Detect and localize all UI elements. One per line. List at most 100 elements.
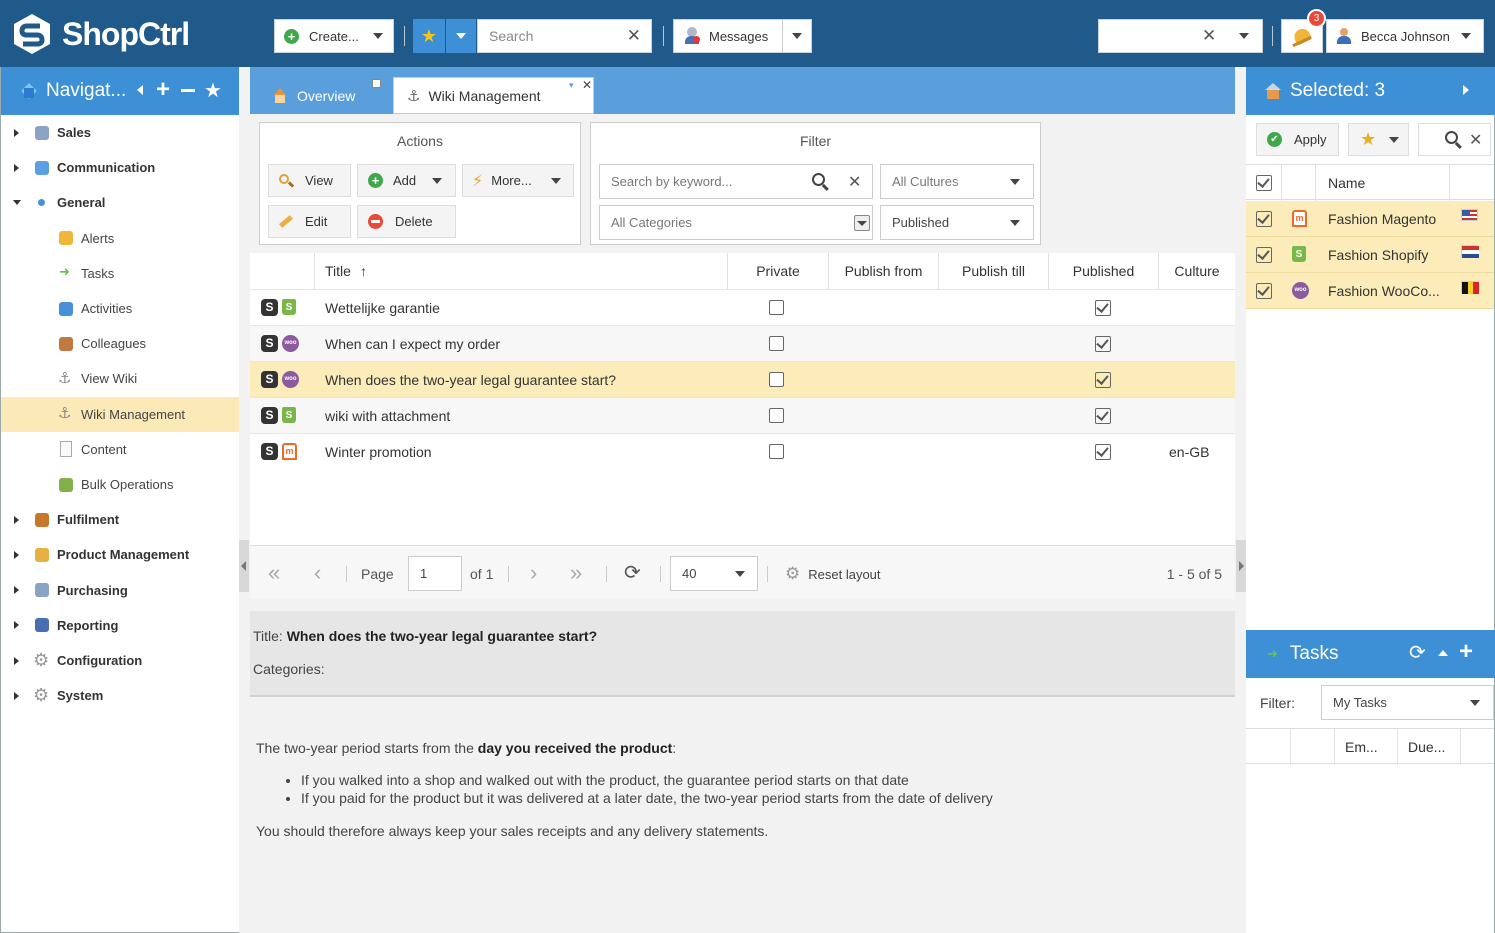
name-column-header[interactable]: Name	[1328, 175, 1365, 191]
close-tab-icon[interactable]: ✕	[582, 78, 592, 92]
collapsed-arrow-icon[interactable]	[14, 128, 19, 137]
nav-item-wiki-management[interactable]: ⚓ Wiki Management	[1, 396, 239, 432]
create-button[interactable]: + Create...	[274, 19, 394, 53]
column-header-private[interactable]: Private	[728, 253, 829, 289]
tab-menu-icon[interactable]: ▾	[569, 80, 574, 91]
edit-button[interactable]: Edit	[268, 205, 351, 238]
expanded-arrow-icon[interactable]	[13, 200, 21, 206]
favorites-dropdown[interactable]	[446, 19, 476, 53]
column-header-publish-till[interactable]: Publish till	[939, 253, 1049, 289]
collapsed-arrow-icon[interactable]	[14, 163, 19, 172]
favorite-stores-button[interactable]: ★	[1348, 123, 1409, 156]
nav-item-fulfilment[interactable]: Fulfilment	[1, 502, 239, 537]
minus-icon[interactable]	[181, 89, 195, 92]
collapse-up-icon[interactable]	[1438, 650, 1448, 656]
tab-overview[interactable]: Overview	[272, 77, 390, 114]
collapsed-arrow-icon[interactable]	[14, 586, 19, 595]
favorites-button[interactable]: ★	[413, 19, 445, 53]
prev-page-icon[interactable]: ‹	[314, 560, 321, 586]
left-panel-toggle[interactable]	[239, 540, 249, 592]
messages-button[interactable]: Messages	[673, 19, 812, 53]
column-header-title[interactable]: Title ↑	[315, 253, 728, 289]
column-header-culture[interactable]: Culture	[1159, 253, 1235, 289]
nav-item-colleagues[interactable]: Colleagues	[1, 326, 239, 361]
expand-right-icon[interactable]	[1463, 85, 1469, 95]
nav-item-alerts[interactable]: Alerts	[1, 221, 239, 256]
more-button[interactable]: ⚡ More...	[462, 164, 574, 197]
add-task-icon[interactable]: +	[1459, 638, 1473, 666]
column-header-publish-from[interactable]: Publish from	[829, 253, 939, 289]
nav-item-tasks[interactable]: ➜ Tasks	[1, 256, 239, 291]
nav-item-view-wiki[interactable]: ⚓ View Wiki	[1, 361, 239, 396]
nav-item-configuration[interactable]: ⚙ Configuration	[1, 643, 239, 678]
nav-item-system[interactable]: ⚙ System	[1, 678, 239, 713]
cultures-dropdown[interactable]: All Cultures	[880, 164, 1034, 199]
collapsed-arrow-icon[interactable]	[14, 515, 19, 524]
add-icon[interactable]: +	[156, 76, 170, 104]
column-header-due[interactable]: Due...	[1408, 739, 1445, 755]
delete-button[interactable]: Delete	[357, 205, 456, 238]
collapsed-arrow-icon[interactable]	[14, 656, 19, 665]
table-row[interactable]: Swoo When can I expect my order	[250, 325, 1235, 361]
nav-item-purchasing[interactable]: Purchasing	[1, 573, 239, 608]
apply-button[interactable]: ✔ Apply	[1256, 123, 1339, 156]
clear-store-icon[interactable]: ✕	[1202, 26, 1216, 46]
column-header-em[interactable]: Em...	[1345, 739, 1378, 755]
private-checkbox[interactable]	[769, 408, 784, 423]
nav-item-reporting[interactable]: Reporting	[1, 608, 239, 643]
select-all-checkbox[interactable]	[1256, 175, 1272, 191]
private-checkbox[interactable]	[769, 372, 784, 387]
search-icon[interactable]	[1445, 131, 1463, 149]
keyword-search-input[interactable]: Search by keyword... ✕	[599, 164, 873, 199]
collapse-left-icon[interactable]	[137, 85, 143, 95]
table-row[interactable]: Sm Winter promotion en-GB	[250, 433, 1235, 469]
last-page-icon[interactable]: »	[570, 560, 582, 586]
refresh-icon[interactable]: ⟳	[1409, 640, 1426, 665]
selected-store-row[interactable]: S Fashion Shopify	[1246, 237, 1494, 273]
star-icon[interactable]: ★	[204, 78, 222, 103]
reset-layout-button[interactable]: ⚙ Reset layout	[785, 564, 881, 584]
selected-store-row[interactable]: woo Fashion WooCo...	[1246, 273, 1494, 309]
collapsed-arrow-icon[interactable]	[14, 691, 19, 700]
store-search-input[interactable]: ✕	[1418, 123, 1491, 156]
shopctrl-logo[interactable]: ShopCtrl	[10, 12, 190, 56]
page-size-dropdown[interactable]: 40	[670, 556, 758, 591]
store-checkbox[interactable]	[1256, 283, 1272, 299]
refresh-icon[interactable]: ⟳	[624, 560, 641, 585]
store-checkbox[interactable]	[1256, 247, 1272, 263]
private-checkbox[interactable]	[769, 300, 784, 315]
table-row[interactable]: S Swiki with attachment	[250, 397, 1235, 433]
search-input[interactable]: Search ✕	[477, 19, 652, 53]
tab-menu-icon[interactable]	[372, 79, 381, 88]
clear-keyword-icon[interactable]: ✕	[848, 172, 861, 192]
first-page-icon[interactable]: «	[268, 560, 280, 586]
right-panel-toggle[interactable]	[1236, 540, 1246, 592]
tab-wiki-management[interactable]: ⚓ Wiki Management ▾ ✕	[393, 77, 594, 114]
clear-icon[interactable]: ✕	[1469, 130, 1482, 150]
collapsed-arrow-icon[interactable]	[14, 550, 19, 559]
nav-item-bulk-operations[interactable]: Bulk Operations	[1, 467, 239, 502]
view-button[interactable]: View	[268, 164, 351, 197]
collapsed-arrow-icon[interactable]	[14, 621, 19, 630]
categories-dropdown[interactable]: All Categories	[599, 205, 873, 240]
user-menu[interactable]: Becca Johnson	[1326, 19, 1484, 53]
nav-item-product-management[interactable]: Product Management	[1, 537, 239, 572]
nav-item-general[interactable]: General	[1, 185, 239, 220]
selected-store-row[interactable]: m Fashion Magento	[1246, 201, 1494, 237]
tasks-filter-dropdown[interactable]: My Tasks	[1321, 685, 1494, 720]
published-dropdown[interactable]: Published	[880, 205, 1034, 240]
nav-item-sales[interactable]: Sales	[1, 115, 239, 150]
nav-item-content[interactable]: Content	[1, 432, 239, 467]
nav-item-activities[interactable]: Activities	[1, 291, 239, 326]
nav-item-communication[interactable]: Communication	[1, 150, 239, 185]
add-button[interactable]: + Add	[357, 164, 456, 197]
clear-search-icon[interactable]: ✕	[627, 26, 641, 46]
table-row[interactable]: Swoo When does the two-year legal guarant…	[250, 361, 1235, 397]
store-selector[interactable]: ✕	[1098, 19, 1263, 53]
private-checkbox[interactable]	[769, 336, 784, 351]
search-icon[interactable]	[812, 173, 830, 191]
page-input[interactable]: 1	[408, 556, 462, 591]
store-checkbox[interactable]	[1256, 211, 1272, 227]
column-header-published[interactable]: Published	[1049, 253, 1159, 289]
next-page-icon[interactable]: ›	[530, 560, 537, 586]
